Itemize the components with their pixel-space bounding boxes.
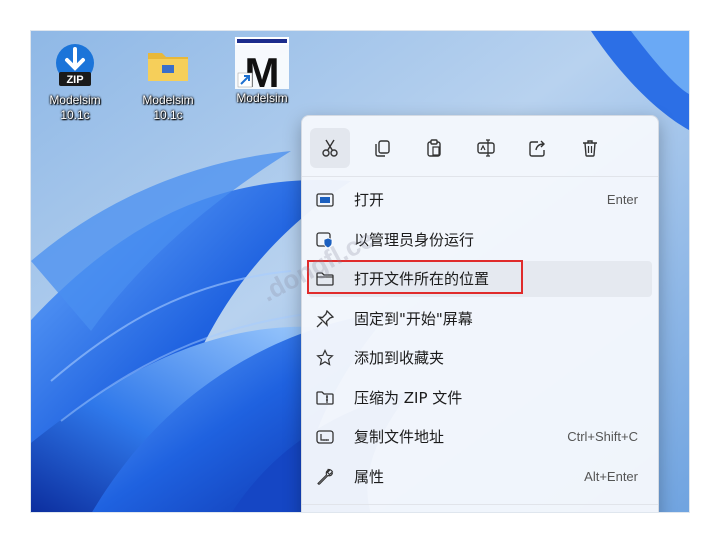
menu-item-pin-to-start[interactable]: 固定到"开始"屏幕 [308,301,652,337]
zip-folder-icon [316,391,334,405]
rename-button[interactable] [466,128,506,168]
menu-item-add-to-favorites[interactable]: 添加到收藏夹 [308,340,652,376]
cut-button[interactable] [310,128,350,168]
desktop-icon-label: Modelsim 10.1c [49,93,101,122]
folder-icon [144,41,192,89]
menu-item-properties[interactable]: 属性 Alt+Enter [308,459,652,495]
desktop-screen: ZIP Modelsim 10.1c Modelsim 10.1c M Mode… [30,30,690,513]
menu-item-label: 属性 [354,468,385,486]
star-icon [316,349,334,366]
desktop-icon-label: Modelsim [236,91,288,105]
divider [302,504,658,505]
delete-icon [583,140,597,157]
desktop-icon-label: Modelsim 10.1c [142,93,194,122]
copy-icon [375,140,390,157]
share-icon [529,140,545,157]
cut-icon [322,139,338,157]
menu-item-shortcut: Ctrl+Shift+C [567,429,638,444]
open-window-icon [316,193,334,207]
zip-installer-icon: ZIP [51,41,99,89]
quick-action-bar [310,128,650,168]
zip-badge-text: ZIP [66,74,83,86]
menu-item-copy-path[interactable]: 复制文件地址 Ctrl+Shift+C [308,419,652,455]
delete-button[interactable] [570,128,610,168]
rename-icon [477,139,495,157]
desktop-icon-modelsim-zip[interactable]: ZIP Modelsim 10.1c [35,41,115,123]
pin-icon [316,310,334,328]
copy-button[interactable] [362,128,402,168]
menu-item-label: 复制文件地址 [354,428,445,446]
desktop-icon-modelsim-shortcut[interactable]: M Modelsim [222,35,302,106]
menu-item-label: 压缩为 ZIP 文件 [354,389,463,407]
menu-item-label: 添加到收藏夹 [354,349,445,367]
copy-path-icon [316,430,334,444]
divider [302,176,658,177]
menu-item-label: 固定到"开始"屏幕 [354,310,473,328]
menu-item-open[interactable]: 打开 Enter [308,182,652,218]
paste-button[interactable] [414,128,454,168]
menu-item-compress-zip[interactable]: 压缩为 ZIP 文件 [308,380,652,416]
paste-icon [427,139,441,157]
modelsim-app-icon: M [232,35,292,96]
wrench-icon [317,468,334,485]
menu-item-shortcut: Alt+Enter [584,469,638,484]
menu-item-label: 打开 [354,191,385,209]
share-button[interactable] [518,128,558,168]
desktop-icon-modelsim-folder[interactable]: Modelsim 10.1c [128,41,208,123]
menu-item-shortcut: Enter [606,192,638,207]
context-menu: 打开 Enter 以管理员身份运行 打开文件所在的位置 固定到"开始"屏幕 添加… [301,115,659,512]
